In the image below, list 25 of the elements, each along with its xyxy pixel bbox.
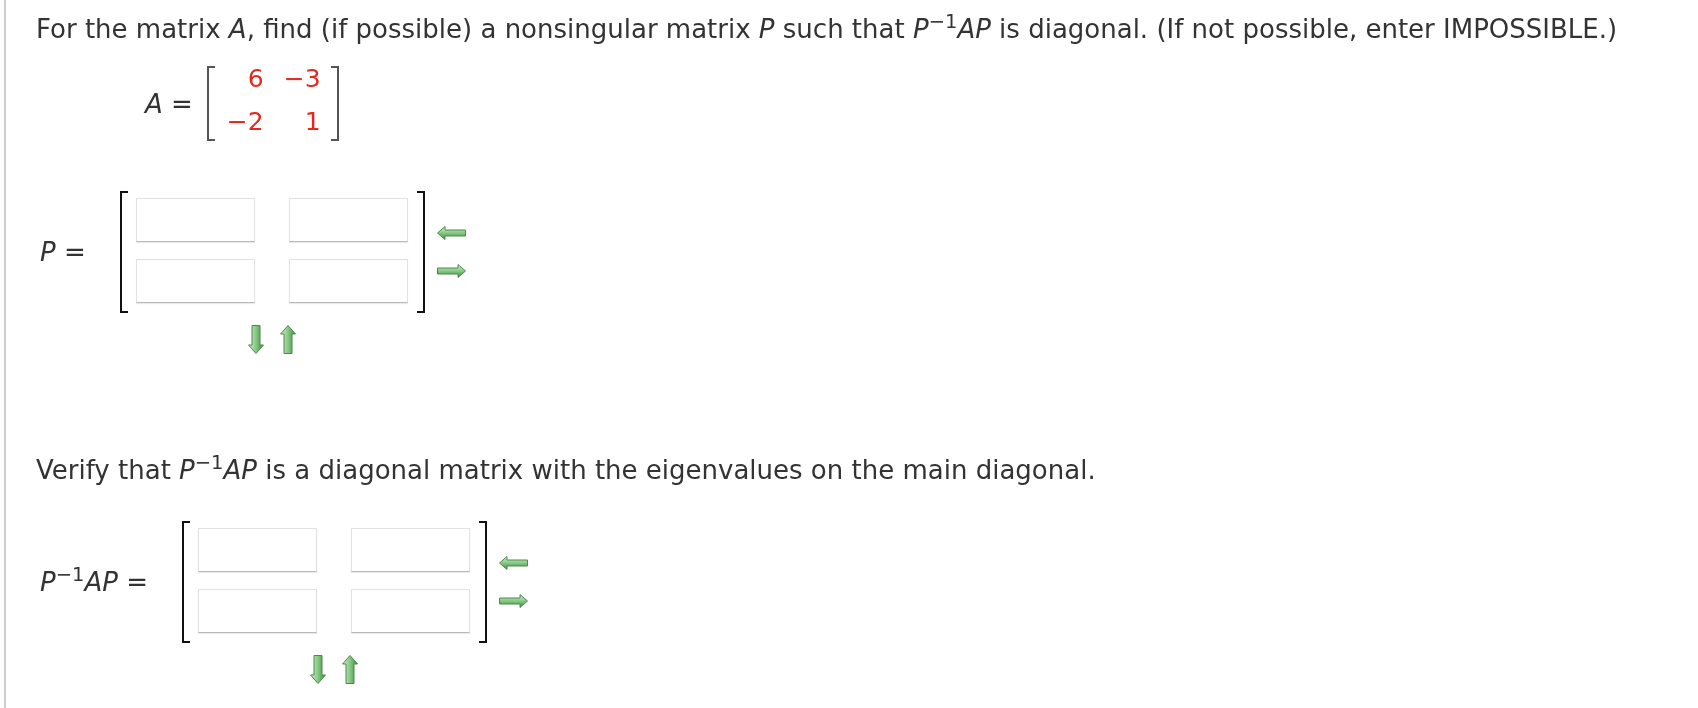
answer-field[interactable] [288,198,408,242]
answer-field[interactable] [135,198,255,242]
instruction-text: Verify that P$^{−1}$AP is a diagonal matrix with the eigenvalues on the main diagonal. [36,455,1096,485]
right-arrow-icon[interactable] [498,594,528,608]
answer-field[interactable] [288,259,408,303]
matrix-label: A = [145,88,193,119]
answer-field[interactable] [350,589,470,633]
up-arrow-icon[interactable] [280,325,297,354]
up-arrow-icon[interactable] [342,655,359,684]
left-arrow-icon[interactable] [436,226,466,240]
matrix-entry: −2 [226,109,264,135]
right-arrow-icon[interactable] [436,264,466,278]
answer-field[interactable] [135,259,255,303]
down-arrow-icon[interactable] [310,655,327,684]
matrix-label: P$^{−1}$AP = [40,567,148,597]
matrix-entry: 1 [303,109,321,135]
matrix-label: P = [40,237,86,267]
down-arrow-icon[interactable] [248,325,265,354]
answer-field[interactable] [197,528,317,572]
answer-field[interactable] [197,589,317,633]
matrix-entry: −3 [283,66,321,92]
left-arrow-icon[interactable] [498,556,528,570]
matrix-entry: 6 [246,66,264,92]
answer-field[interactable] [350,528,470,572]
question-text: For the matrix A, find (if possible) a nonsingular matrix P such that P$^{−1}$AP is diagonal. (If not possible, enter IMPOSSIBLE.) [36,14,1618,44]
